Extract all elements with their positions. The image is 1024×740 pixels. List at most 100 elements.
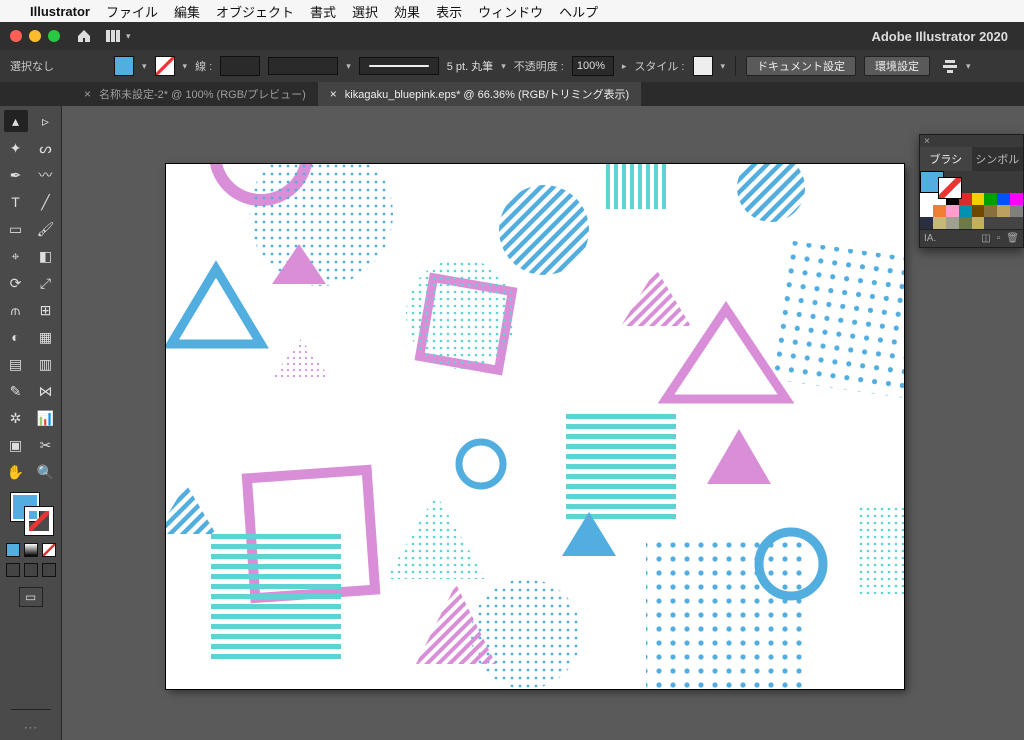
chevron-down-icon[interactable]: ▾ [966,61,971,72]
panel-stroke-swatch[interactable] [938,177,962,199]
perspective-grid-tool[interactable]: ▦ [34,326,58,348]
chevron-down-icon[interactable]: ▾ [183,61,188,72]
swatch-cell[interactable] [984,205,997,217]
close-tab-icon[interactable]: × [84,87,91,101]
swatch-cell[interactable] [997,205,1010,217]
stroke-profile-dropdown[interactable] [268,57,338,75]
draw-inside-icon[interactable] [42,563,56,577]
menu-object[interactable]: オブジェクト [216,2,294,21]
swatch-cell[interactable] [933,217,946,229]
chevron-down-icon[interactable]: ▾ [142,61,147,72]
swatch-cell[interactable] [1010,193,1023,205]
menu-type[interactable]: 書式 [310,2,336,21]
blend-tool[interactable]: ⋈ [34,380,58,402]
eraser-tool[interactable]: ◧ [34,245,58,267]
swatch-cell[interactable] [1010,205,1023,217]
swatch-cell[interactable] [959,205,972,217]
swatch-cell[interactable] [997,217,1010,229]
menu-select[interactable]: 選択 [352,2,378,21]
chevron-down-icon[interactable]: ▾ [721,61,726,72]
panel-tab-symbols[interactable]: シンボル [972,147,1024,171]
gradient-tool[interactable]: ▥ [34,353,58,375]
swatch-cell[interactable] [933,205,946,217]
chevron-right-icon[interactable]: ▸ [622,61,627,72]
edit-toolbar-icon[interactable]: ⋯ [24,719,38,736]
swatch-cell[interactable] [959,217,972,229]
color-mode-gradient-icon[interactable] [24,543,38,557]
swatch-cell[interactable] [984,193,997,205]
artboard[interactable] [166,164,904,689]
direct-selection-tool[interactable]: ▹ [34,110,58,132]
document-tab[interactable]: × kikagaku_bluepink.eps* @ 66.36% (RGB/ト… [318,82,641,106]
line-tool[interactable]: ╱ [34,191,58,213]
swatch-cell[interactable] [920,193,933,205]
menu-effect[interactable]: 効果 [394,2,420,21]
canvas-area[interactable] [62,106,1024,740]
fill-swatch[interactable] [114,56,134,76]
panel-library-icon[interactable]: IA. [924,233,936,244]
panel-close-icon[interactable]: × [920,135,1023,147]
panel-show-icon[interactable]: ◫ [981,233,990,244]
swatch-cell[interactable] [972,205,985,217]
width-tool[interactable]: ⫙ [4,299,28,321]
screen-mode-icon[interactable]: ▭ [19,587,43,607]
swatch-cell[interactable] [972,193,985,205]
panel-tab-brushes[interactable]: ブラシ [920,147,972,171]
swatch-cell[interactable] [1010,217,1023,229]
slice-tool[interactable]: ✂ [34,434,58,456]
fill-stroke-indicator[interactable] [11,493,51,533]
lasso-tool[interactable]: ᔕ [34,137,58,159]
menu-window[interactable]: ウィンドウ [478,2,543,21]
rotate-tool[interactable]: ⟳ [4,272,28,294]
menu-edit[interactable]: 編集 [174,2,200,21]
free-transform-tool[interactable]: ⊞ [34,299,58,321]
close-window-icon[interactable] [10,30,22,42]
align-icon[interactable] [942,59,958,73]
mesh-tool[interactable]: ▤ [4,353,28,375]
magic-wand-tool[interactable]: ✦ [4,137,28,159]
stroke-weight-input[interactable] [220,56,260,76]
zoom-window-icon[interactable] [48,30,60,42]
chevron-down-icon[interactable]: ▾ [501,61,506,72]
symbol-sprayer-tool[interactable]: ✲ [4,407,28,429]
document-setup-button[interactable]: ドキュメント設定 [746,56,856,76]
eyedropper-tool[interactable]: ✎ [4,380,28,402]
swatch-cell[interactable] [972,217,985,229]
preferences-button[interactable]: 環境設定 [864,56,930,76]
shaper-tool[interactable]: ⌖ [4,245,28,267]
swatch-cell[interactable] [920,205,933,217]
rectangle-tool[interactable]: ▭ [4,218,28,240]
close-tab-icon[interactable]: × [330,87,337,101]
swatch-cell[interactable] [946,217,959,229]
column-graph-tool[interactable]: 📊 [34,407,58,429]
pen-tool[interactable]: ✒ [4,164,28,186]
opacity-input[interactable] [572,56,614,76]
stroke-swatch[interactable] [155,56,175,76]
draw-normal-icon[interactable] [6,563,20,577]
home-icon[interactable] [76,29,92,43]
app-menu[interactable]: Illustrator [30,4,90,19]
document-tab[interactable]: × 名称未設定-2* @ 100% (RGB/プレビュー) [72,82,318,106]
shape-builder-tool[interactable]: ◐ [4,326,28,348]
zoom-tool[interactable]: 🔍 [34,461,58,483]
swatch-cell[interactable] [997,193,1010,205]
color-mode-solid-icon[interactable] [6,543,20,557]
curvature-tool[interactable]: 〰 [34,164,58,186]
type-tool[interactable]: T [4,191,28,213]
panel-delete-icon[interactable]: 🗑 [1006,233,1019,244]
brush-dropdown[interactable] [359,57,439,75]
artboard-tool[interactable]: ▣ [4,434,28,456]
selection-tool[interactable]: ▴ [4,110,28,132]
scale-tool[interactable]: ⤢ [34,272,58,294]
color-mode-none-icon[interactable] [42,543,56,557]
hand-tool[interactable]: ✋ [4,461,28,483]
draw-behind-icon[interactable] [24,563,38,577]
menu-help[interactable]: ヘルプ [559,2,598,21]
swatch-cell[interactable] [920,217,933,229]
panel-new-icon[interactable]: ▫ [997,233,1001,244]
arrange-documents-icon[interactable]: ▾ [106,30,131,42]
swatch-cell[interactable] [984,217,997,229]
paintbrush-tool[interactable]: 🖌 [34,218,58,240]
minimize-window-icon[interactable] [29,30,41,42]
swatch-cell[interactable] [946,205,959,217]
